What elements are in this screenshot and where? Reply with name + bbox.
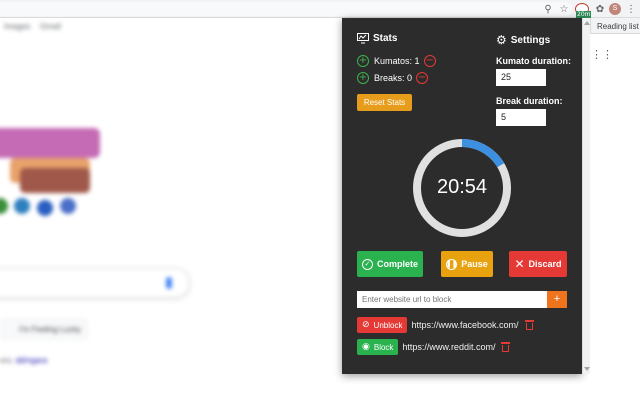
mic-icon[interactable] <box>166 277 172 289</box>
settings-header: ⚙ Settings <box>496 33 550 47</box>
block-url-input[interactable] <box>357 291 547 308</box>
kumatos-count: Kumatos: 1 <box>374 56 420 66</box>
breaks-row: + Breaks: 0 − <box>357 72 429 84</box>
breaks-decrement-icon[interactable]: − <box>416 72 429 84</box>
kumato-popup: Stats ⚙ Settings + Kumatos: 1 − + Breaks… <box>342 18 582 374</box>
reset-stats-button[interactable]: Reset Stats <box>357 94 412 111</box>
google-doodle[interactable] <box>0 118 120 228</box>
feeling-lucky-button[interactable]: I'm Feeling Lucky <box>0 318 88 340</box>
apps-grid-icon[interactable]: ⋮⋮ <box>591 48 613 61</box>
more-vert-icon[interactable]: ⋮ <box>624 2 638 16</box>
kumatos-row: + Kumatos: 1 − <box>357 55 436 67</box>
unblock-button[interactable]: ⊘ Unblock <box>357 317 408 333</box>
complete-button[interactable]: ✓ Complete <box>357 251 423 277</box>
site-row: ⊘ Unblock https://www.facebook.com/ <box>357 317 534 333</box>
unblock-label: Unblock <box>373 320 403 330</box>
trash-icon[interactable] <box>501 342 511 352</box>
popup-scrollbar[interactable] <box>582 18 590 374</box>
settings-title: Settings <box>510 34 551 46</box>
stats-title: Stats <box>373 33 398 44</box>
break-duration-input[interactable]: 5 <box>496 109 546 126</box>
close-icon: ✕ <box>514 257 525 271</box>
extension-badge: 20m <box>576 11 592 18</box>
kumatos-decrement-icon[interactable]: − <box>423 55 436 67</box>
language-link[interactable]: dd/ngara <box>16 356 48 365</box>
offered-in-text: ers: dd/ngara <box>0 356 48 365</box>
site-url: https://www.reddit.com/ <box>402 342 496 352</box>
pause-button[interactable]: ❚❚ Pause <box>441 251 493 277</box>
google-search-bar[interactable] <box>0 268 190 298</box>
breaks-count: Breaks: 0 <box>374 73 413 83</box>
site-url: https://www.facebook.com/ <box>411 320 519 330</box>
reading-list-button[interactable]: Reading list <box>590 18 640 34</box>
images-link[interactable]: Images <box>4 22 30 31</box>
stats-header: Stats <box>357 33 397 44</box>
site-row: ◉ Block https://www.reddit.com/ <box>357 339 511 355</box>
pause-icon: ❚❚ <box>445 258 458 270</box>
kumato-duration-label: Kumato duration: <box>496 56 571 66</box>
block-label: Block <box>373 342 394 352</box>
timer-display: 20:54 <box>436 176 488 198</box>
add-site-button[interactable]: + <box>547 291 567 308</box>
discard-label: Discard <box>528 259 562 269</box>
block-button[interactable]: ◉ Block <box>357 339 399 355</box>
puzzle-icon[interactable]: ✿ <box>593 2 607 16</box>
scroll-down-icon[interactable] <box>584 367 590 371</box>
location-icon[interactable]: ⚲ <box>541 2 555 16</box>
chart-icon <box>357 33 369 44</box>
check-icon: ✓ <box>361 258 373 270</box>
break-duration-label: Break duration: <box>496 96 563 106</box>
eye-icon: ◉ <box>362 342 370 352</box>
breaks-increment-icon[interactable]: + <box>357 72 369 84</box>
scroll-up-icon[interactable] <box>584 21 590 25</box>
kumato-duration-input[interactable]: 25 <box>496 69 546 86</box>
gmail-link[interactable]: Gmail <box>40 22 61 31</box>
background-page: Images Gmail I'm Feeling Lucky ers: dd/n… <box>0 18 342 400</box>
eye-slash-icon: ⊘ <box>362 320 370 330</box>
trash-icon[interactable] <box>524 320 534 330</box>
address-bar[interactable] <box>0 2 572 16</box>
kumatos-increment-icon[interactable]: + <box>357 55 369 67</box>
star-icon[interactable]: ☆ <box>557 2 571 16</box>
profile-avatar[interactable]: S <box>609 3 621 15</box>
pause-label: Pause <box>461 259 488 269</box>
browser-toolbar: ⚲ ☆ 20m ✿ S ⋮ <box>0 0 640 18</box>
complete-label: Complete <box>376 259 418 269</box>
discard-button[interactable]: ✕ Discard <box>509 251 567 277</box>
gear-icon: ⚙ <box>496 33 507 47</box>
